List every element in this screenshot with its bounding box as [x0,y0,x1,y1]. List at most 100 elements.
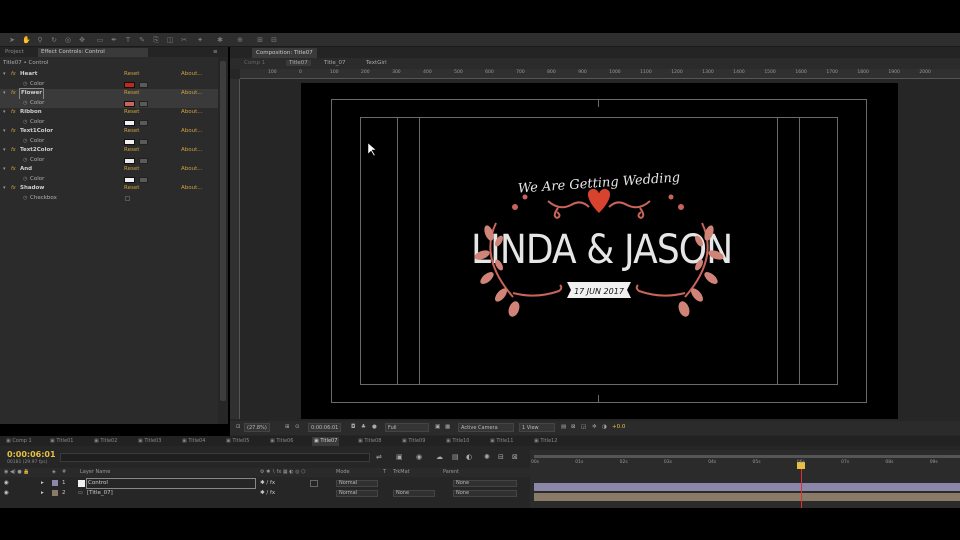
pan-behind-tool-icon[interactable]: ✥ [78,36,86,44]
stopwatch-icon[interactable]: ◷ [23,175,27,185]
eyedropper-icon[interactable] [139,81,148,88]
eyedropper-icon[interactable] [139,138,148,145]
timeline-tab-title02[interactable]: ▣ Title02 [92,437,119,446]
tab-project[interactable]: Project [2,48,27,57]
eraser-tool-icon[interactable]: ◫ [166,36,174,44]
zoom-tool-icon[interactable]: ⚲ [36,36,44,44]
tab-composition[interactable]: Composition: Title07 [252,48,317,58]
fx-icon[interactable]: fx [11,127,16,137]
timeline-tab-title03[interactable]: ▣ Title03 [136,437,163,446]
layer-bar-control[interactable] [534,483,960,491]
reset-link[interactable]: Reset [124,184,139,194]
twirl-icon[interactable]: ▾ [3,184,6,194]
axis-tool-icon[interactable]: ⊕ [236,36,244,44]
reset-link[interactable]: Reset [124,165,139,175]
color-swatch[interactable] [124,157,135,164]
mode-dropdown[interactable]: Normal [336,490,378,497]
view-axis-icon[interactable]: ⊟ [270,36,278,44]
twirl-icon[interactable]: ▾ [3,89,6,99]
reset-link[interactable]: Reset [124,127,139,137]
panel-menu-icon[interactable]: ≡ [210,48,221,57]
color-swatch[interactable] [124,81,135,88]
draft-3d-icon[interactable]: ◉ [416,453,422,461]
stopwatch-icon[interactable]: ◷ [23,194,27,204]
trkmat-dropdown[interactable]: None [393,490,435,497]
parent-dropdown[interactable]: None [453,490,517,497]
snap-tool-icon[interactable]: ✱ [216,36,224,44]
color-swatch[interactable] [124,119,135,126]
timeline-tab-title12[interactable]: ▣ Title12 [532,437,559,446]
shadow-checkbox[interactable] [125,195,130,201]
twirl-icon[interactable]: ▾ [3,165,6,175]
transparency-grid-icon[interactable]: ▦ [445,424,450,430]
layer-switches-icon[interactable]: ✱ ∕ fx [260,489,275,498]
about-link[interactable]: About... [181,127,203,137]
timeline-track-area[interactable]: 00s 01s 02s 03s 04s 05s 06s 07s 08s 09s [530,450,960,508]
label-color-swatch[interactable] [52,490,58,496]
effect-row-and[interactable]: ▾ fx And Reset About... [0,165,218,175]
col-layer-name[interactable]: Layer Name [80,468,110,477]
timeline-timecode[interactable]: 0:00:06:01 [7,450,56,459]
color-swatch[interactable] [124,176,135,183]
mode-dropdown[interactable]: Normal [336,480,378,487]
crumb-title07[interactable]: Title07 [286,60,311,66]
effect-row-text1color[interactable]: ▾ fx Text1Color Reset About... [0,127,218,137]
hand-tool-icon[interactable]: ✋ [22,36,31,44]
graph-editor-icon[interactable]: ⊟ [498,453,504,461]
selection-tool-icon[interactable]: ➤ [8,36,16,44]
scrollbar-thumb[interactable] [220,61,226,401]
reset-link[interactable]: Reset [124,70,139,80]
twirl-icon[interactable]: ▾ [3,108,6,118]
reset-link[interactable]: Reset [124,89,139,99]
timeline-tab-comp-1[interactable]: ▣ Comp 1 [4,437,34,446]
crumb-textgirl[interactable]: TextGirl [366,60,387,66]
frame-blending-icon[interactable]: ▤ [452,453,459,461]
brainstorm-icon[interactable]: ✺ [484,453,490,461]
fx-icon[interactable]: fx [11,165,16,175]
eyedropper-icon[interactable] [139,100,148,107]
eyedropper-icon[interactable] [139,176,148,183]
work-area-bar[interactable] [534,455,960,458]
resolution-dropdown[interactable]: Full [385,423,429,432]
reset-link[interactable]: Reset [124,108,139,118]
stopwatch-icon[interactable]: ◷ [23,118,27,128]
timeline-tab-title07[interactable]: ▣ Title07 [312,437,340,446]
mask-visibility-icon[interactable]: ⊙ [295,424,300,430]
fx-icon[interactable]: fx [11,146,16,156]
twirl-icon[interactable]: ▾ [3,127,6,137]
layer-name[interactable]: [Title_07] [87,489,113,498]
stopwatch-icon[interactable]: ◷ [23,99,27,109]
effect-row-shadow[interactable]: ▾ fx Shadow Reset About... [0,184,218,194]
layer-switches-icon[interactable]: ✱ ∕ fx [260,479,275,488]
timeline-tab-title11[interactable]: ▣ Title11 [488,437,515,446]
keyframe-icon[interactable]: ⊠ [512,453,518,461]
fx-icon[interactable]: fx [11,108,16,118]
color-swatch[interactable] [124,138,135,145]
region-of-interest-icon[interactable]: ▣ [435,424,440,430]
fast-preview-icon[interactable]: ⊠ [571,424,576,430]
hide-shy-icon[interactable]: ☁ [436,453,443,461]
timeline-tab-title08[interactable]: ▣ Title08 [356,437,383,446]
camera-dropdown[interactable]: Active Camera [458,423,514,432]
camera-tool-icon[interactable]: ◎ [64,36,72,44]
about-link[interactable]: About... [181,184,203,194]
brush-tool-icon[interactable]: ✎ [138,36,146,44]
reset-link[interactable]: Reset [124,146,139,156]
eyedropper-icon[interactable] [139,157,148,164]
grid-icon[interactable]: ⊞ [285,424,290,430]
effect-row-heart[interactable]: ▾ fx Heart Reset About... [0,70,218,80]
eyedropper-icon[interactable] [139,119,148,126]
fx-icon[interactable]: fx [11,89,16,99]
stopwatch-icon[interactable]: ◷ [23,156,27,166]
exposure-value[interactable]: +0.0 [612,424,625,430]
text-tool-icon[interactable]: T [124,36,132,44]
channel-icon[interactable]: ● [372,424,377,430]
layer-name[interactable]: Control [86,478,256,489]
visibility-eye-icon[interactable]: ◉ [4,479,9,488]
flowchart-icon[interactable]: ✲ [592,424,597,430]
fx-icon[interactable]: fx [11,184,16,194]
snapshot-icon[interactable]: ◘ [351,424,355,430]
col-mode[interactable]: Mode [336,468,350,477]
col-trkmat[interactable]: TrkMat [393,468,410,477]
twirl-icon[interactable]: ▾ [3,70,6,80]
